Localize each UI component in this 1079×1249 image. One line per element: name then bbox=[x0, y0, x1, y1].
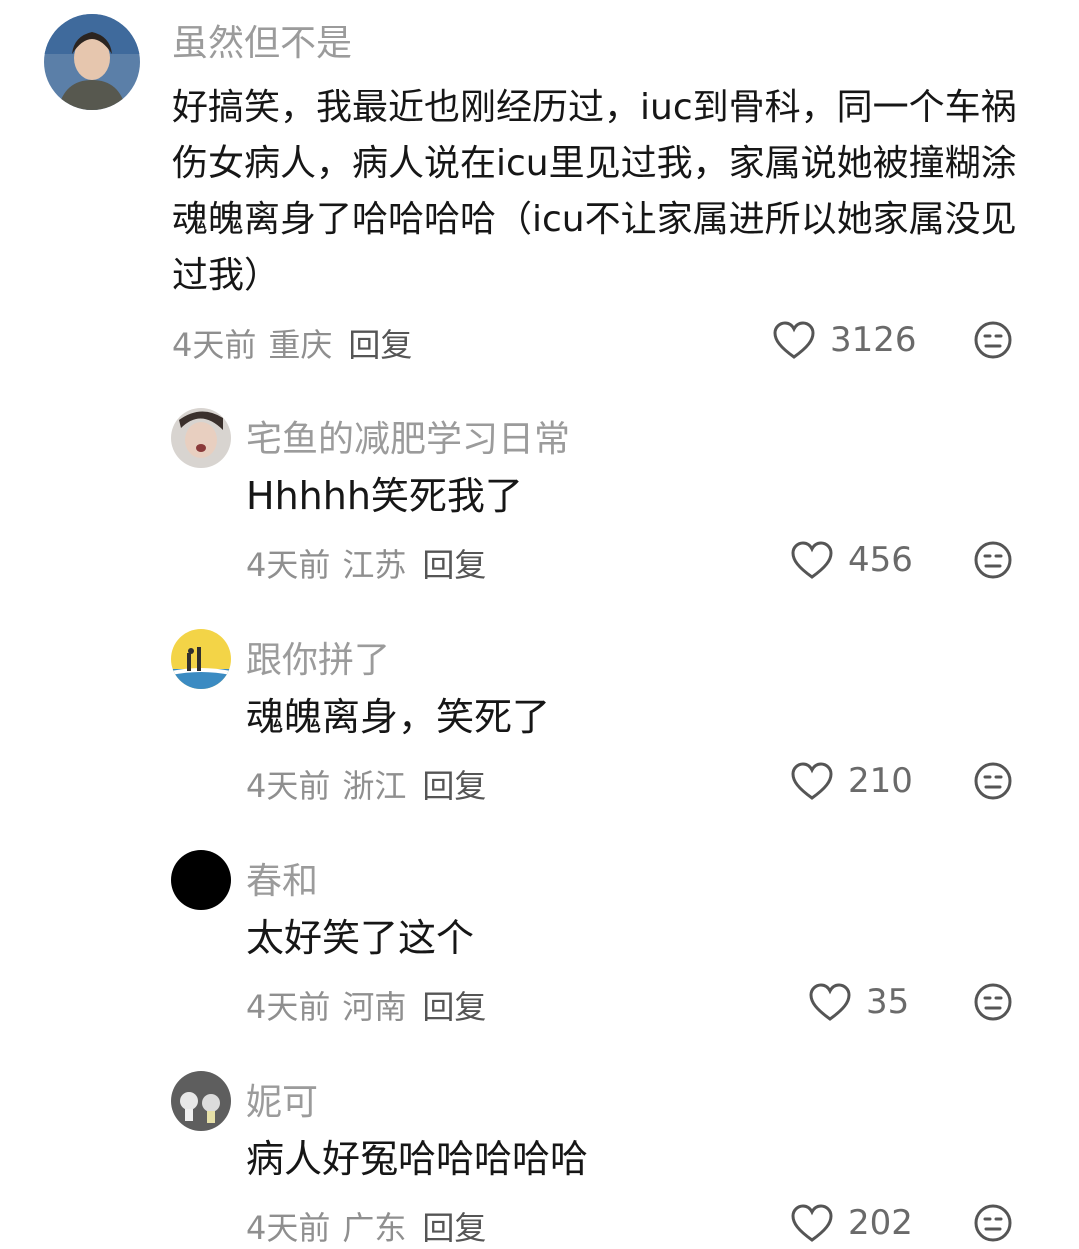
username[interactable]: 宅鱼的减肥学习日常 bbox=[246, 410, 570, 462]
comment-time: 4天前 bbox=[246, 546, 331, 584]
comment-time: 4天前 bbox=[172, 326, 257, 364]
comment-time: 4天前 bbox=[246, 767, 331, 805]
reply-item: 春和 太好笑了这个 4天前 河南 回复 35 bbox=[0, 842, 1079, 1042]
like-button[interactable]: 35 bbox=[808, 978, 909, 1026]
like-count: 35 bbox=[866, 982, 910, 1022]
dislike-button[interactable] bbox=[973, 540, 1013, 580]
user-photo-icon bbox=[171, 629, 231, 689]
comment-location: 浙江 bbox=[342, 767, 407, 805]
comment-time: 4天前 bbox=[246, 1209, 331, 1247]
reply-item: 跟你拼了 魂魄离身，笑死了 4天前 浙江 回复 210 bbox=[0, 621, 1079, 821]
like-button[interactable]: 202 bbox=[790, 1199, 913, 1247]
comment-text: 病人好冤哈哈哈哈哈 bbox=[246, 1137, 589, 1181]
comment-text: 好搞笑，我最近也刚经历过，iuc到骨科，同一个车祸伤女病人，病人说在icu里见过… bbox=[172, 87, 1017, 296]
reply-item: 宅鱼的减肥学习日常 Hhhhh笑死我了 4天前 江苏 回复 456 bbox=[0, 400, 1079, 600]
comment-item: 虽然但不是 好搞笑，我最近也刚经历过，iuc到骨科，同一个车祸伤女病人，病人说在… bbox=[0, 0, 1079, 380]
dislike-button[interactable] bbox=[973, 982, 1013, 1022]
comment-time: 4天前 bbox=[246, 988, 331, 1026]
heart-icon bbox=[791, 762, 833, 800]
comment-location: 重庆 bbox=[268, 326, 333, 364]
dislike-face-icon bbox=[974, 983, 1012, 1021]
dislike-face-icon bbox=[974, 762, 1012, 800]
like-button[interactable]: 210 bbox=[790, 757, 913, 805]
heart-icon bbox=[791, 541, 833, 579]
reply-button[interactable]: 回复 bbox=[348, 326, 412, 364]
like-count: 202 bbox=[848, 1203, 913, 1243]
heart-icon bbox=[791, 1204, 833, 1242]
dislike-button[interactable] bbox=[973, 761, 1013, 801]
username[interactable]: 虽然但不是 bbox=[172, 14, 352, 66]
reply-item: 妮可 病人好冤哈哈哈哈哈 4天前 广东 回复 202 bbox=[0, 1063, 1079, 1247]
like-count: 210 bbox=[848, 761, 913, 801]
dislike-button[interactable] bbox=[973, 320, 1013, 360]
avatar[interactable] bbox=[44, 14, 140, 110]
like-count: 456 bbox=[848, 540, 913, 580]
comment-text: 太好笑了这个 bbox=[246, 916, 475, 960]
reply-button[interactable]: 回复 bbox=[422, 546, 486, 584]
comment-location: 河南 bbox=[342, 988, 407, 1026]
avatar[interactable] bbox=[171, 408, 231, 468]
dislike-button[interactable] bbox=[973, 1203, 1013, 1243]
comment-text: Hhhhh笑死我了 bbox=[246, 474, 523, 518]
comment-meta: 4天前 江苏 回复 bbox=[246, 540, 498, 586]
reply-button[interactable]: 回复 bbox=[422, 988, 486, 1026]
username[interactable]: 春和 bbox=[246, 852, 318, 904]
dislike-face-icon bbox=[974, 1204, 1012, 1242]
user-photo-icon bbox=[44, 14, 140, 110]
comment-meta: 4天前 广东 回复 bbox=[246, 1203, 498, 1249]
dislike-face-icon bbox=[974, 321, 1012, 359]
username[interactable]: 跟你拼了 bbox=[246, 631, 390, 683]
user-photo-icon bbox=[171, 1071, 231, 1131]
avatar[interactable] bbox=[171, 1071, 231, 1131]
comment-meta: 4天前 河南 回复 bbox=[246, 982, 498, 1028]
dislike-face-icon bbox=[974, 541, 1012, 579]
heart-icon bbox=[809, 983, 851, 1021]
reply-button[interactable]: 回复 bbox=[422, 767, 486, 805]
heart-icon bbox=[773, 321, 815, 359]
comment-location: 江苏 bbox=[342, 546, 407, 584]
comment-meta: 4天前 重庆 回复 bbox=[172, 320, 424, 366]
username[interactable]: 妮可 bbox=[246, 1073, 318, 1125]
comment-text: 魂魄离身，笑死了 bbox=[246, 695, 551, 739]
user-photo-icon bbox=[171, 408, 231, 468]
reply-button[interactable]: 回复 bbox=[422, 1209, 486, 1247]
comment-meta: 4天前 浙江 回复 bbox=[246, 761, 498, 807]
avatar[interactable] bbox=[171, 629, 231, 689]
like-button[interactable]: 456 bbox=[790, 536, 913, 584]
like-count: 3126 bbox=[830, 320, 917, 360]
avatar[interactable] bbox=[171, 850, 231, 910]
comment-location: 广东 bbox=[342, 1209, 407, 1247]
like-button[interactable]: 3126 bbox=[772, 316, 917, 364]
user-photo-icon bbox=[171, 850, 231, 910]
